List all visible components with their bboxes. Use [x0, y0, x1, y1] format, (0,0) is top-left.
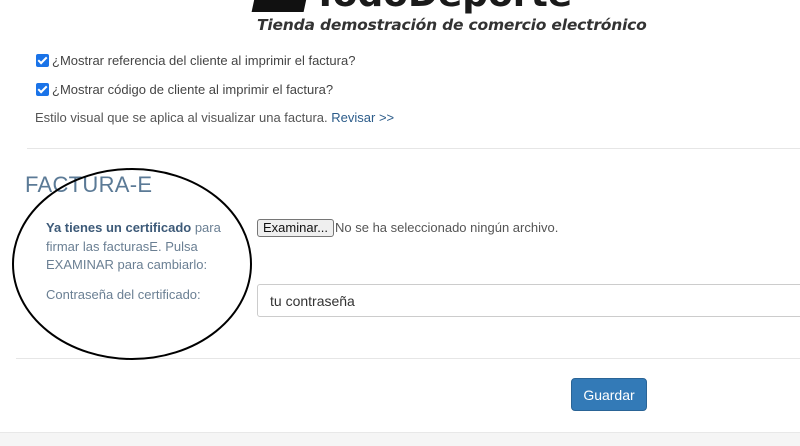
certificate-password-label: Contraseña del certificado:	[46, 287, 201, 302]
show-customer-ref-label: ¿Mostrar referencia del cliente al impri…	[52, 52, 356, 68]
section-divider	[27, 148, 800, 149]
certificate-description: Ya tienes un certificado para firmar las…	[46, 219, 236, 275]
logo-mark	[251, 0, 311, 12]
browse-certificate-button[interactable]: Examinar...	[257, 219, 335, 237]
footer-bar	[0, 432, 800, 446]
visual-style-text: Estilo visual que se aplica al visualiza…	[35, 110, 328, 125]
einvoice-section-title: FACTURA-E	[25, 172, 153, 197]
show-customer-ref-checkbox[interactable]	[36, 53, 49, 67]
save-button[interactable]: Guardar	[571, 378, 647, 411]
actions-divider	[16, 358, 800, 359]
store-logo: TodoDeporte Tienda demostración de comer…	[251, 0, 647, 38]
logo-tagline: Tienda demostración de comercio electrón…	[257, 16, 647, 34]
logo-brand: TodoDeporte	[313, 0, 572, 15]
visual-style-row: Estilo visual que se aplica al visualiza…	[35, 110, 394, 125]
show-customer-code-option[interactable]: ¿Mostrar código de cliente al imprimir e…	[36, 80, 333, 98]
file-status-text: No se ha seleccionado ningún archivo.	[335, 220, 559, 235]
show-customer-code-checkbox[interactable]	[36, 82, 49, 96]
review-link[interactable]: Revisar >>	[331, 110, 394, 125]
show-customer-ref-option[interactable]: ¿Mostrar referencia del cliente al impri…	[36, 51, 355, 69]
certificate-password-input[interactable]	[257, 284, 800, 317]
invoice-settings-page: TodoDeporte Tienda demostración de comer…	[0, 0, 800, 446]
show-customer-code-label: ¿Mostrar código de cliente al imprimir e…	[52, 81, 334, 97]
certificate-status: Ya tienes un certificado	[46, 220, 192, 235]
